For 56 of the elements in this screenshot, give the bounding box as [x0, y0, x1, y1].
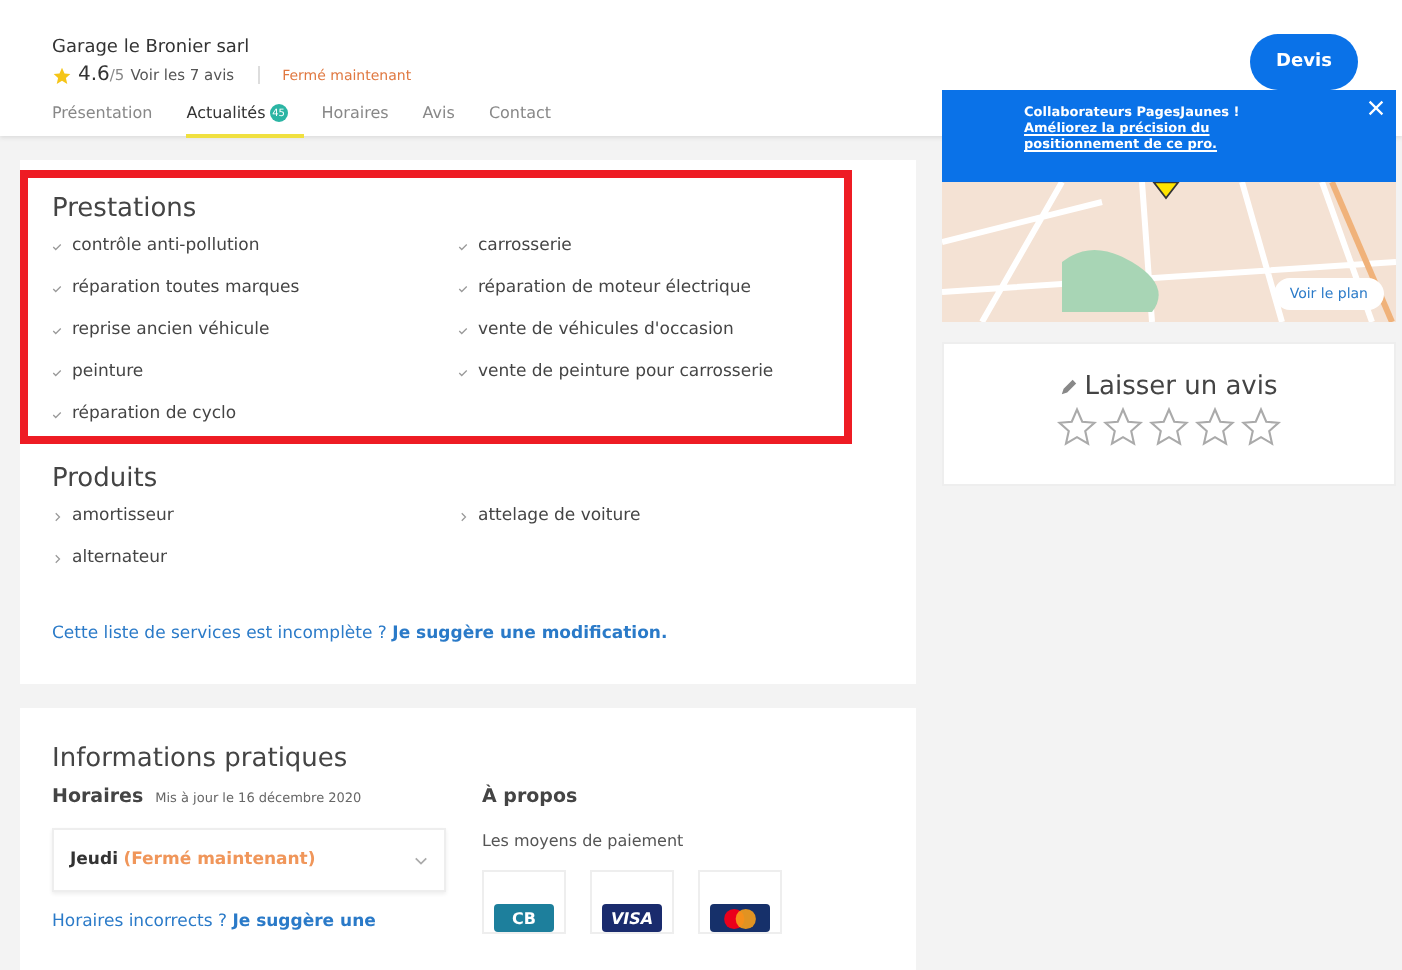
circles-logo-icon	[718, 905, 762, 931]
service-item: réparation toutes marques	[72, 278, 300, 298]
check-icon	[52, 409, 62, 419]
suggestion-text: Cette liste de services est incomplète ? Je suggère une modification.	[52, 624, 670, 644]
star-icon[interactable]	[1148, 406, 1190, 448]
pencil-icon	[1060, 378, 1079, 396]
check-icon	[458, 325, 468, 335]
tab[interactable]: Présentation	[52, 98, 169, 138]
tab[interactable]: Avis	[422, 98, 471, 138]
quote-button[interactable]: Devis	[1250, 34, 1358, 90]
check-icon	[52, 241, 62, 251]
star-icon[interactable]	[1102, 406, 1144, 448]
check-icon	[52, 283, 62, 293]
chevron-icon	[52, 511, 62, 521]
check-icon	[458, 367, 468, 377]
hours-suggestion: Horaires incorrects ? Je suggère une	[52, 912, 378, 932]
service-item: vente de peinture pour carrosserie	[478, 362, 774, 382]
star-icon[interactable]	[1056, 406, 1098, 448]
service-item: reprise ancien véhicule	[72, 320, 270, 340]
product-item: attelage de voiture	[478, 506, 641, 526]
about-title: À propos	[482, 786, 580, 808]
tab[interactable]: Contact	[488, 98, 568, 138]
service-item: peinture	[72, 362, 144, 382]
service-item: réparation de cyclo	[72, 404, 237, 424]
product-item: alternateur	[72, 548, 168, 568]
check-icon	[52, 367, 62, 377]
service-item: contrôle anti-pollution	[72, 236, 260, 256]
day-dropdown[interactable]: Jeudi (Fermé maintenant)	[52, 828, 446, 892]
day-label: Jeudi (Fermé maintenant)	[70, 850, 316, 870]
suggest-link[interactable]: Je suggère une	[232, 912, 376, 932]
payment-title: Les moyens de paiement	[482, 832, 686, 850]
caret-icon	[414, 855, 428, 865]
product-item: amortisseur	[72, 506, 174, 526]
check-icon	[458, 241, 468, 251]
service-item: réparation de moteur électrique	[478, 278, 751, 298]
suggest-link[interactable]: Je suggère une modification.	[392, 624, 668, 644]
service-item: vente de véhicules d'occasion	[478, 320, 734, 340]
check-icon	[458, 283, 468, 293]
close-icon[interactable]	[1368, 100, 1384, 116]
section-title: Produits	[52, 464, 160, 494]
section-title: Informations pratiques	[52, 744, 350, 774]
service-item: carrosserie	[478, 236, 572, 256]
star-icon[interactable]	[1240, 406, 1282, 448]
check-icon	[52, 325, 62, 335]
map-picture[interactable]	[942, 182, 1396, 322]
chevron-icon	[458, 511, 468, 521]
section-title: Prestations	[52, 194, 199, 224]
card-logo: CB	[494, 904, 554, 932]
card-logo: VISA	[602, 904, 662, 932]
hours-title: Horaires	[52, 786, 144, 808]
tab[interactable]: Horaires	[321, 98, 405, 138]
chevron-icon	[52, 553, 62, 563]
star-icon	[52, 65, 72, 85]
business-name: Garage le Bronier sarl	[52, 38, 252, 58]
star-icon[interactable]	[1194, 406, 1236, 448]
review-title: Laisser un avis	[1084, 372, 1278, 402]
